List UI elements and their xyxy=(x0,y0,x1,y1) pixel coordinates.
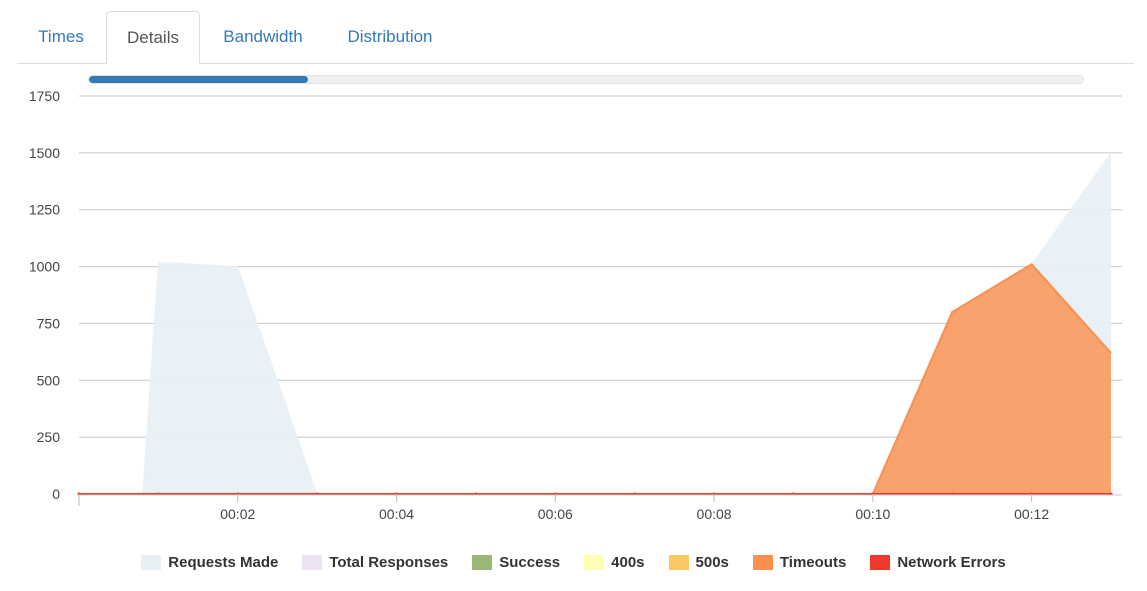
legend-swatch xyxy=(584,554,605,570)
x-tick-label: 00:08 xyxy=(697,506,732,522)
x-tick-label: 00:06 xyxy=(538,506,573,522)
legend-item-timeouts[interactable]: Timeouts xyxy=(752,553,847,571)
legend-swatch xyxy=(302,554,323,570)
legend-item-total-responses[interactable]: Total Responses xyxy=(302,554,448,571)
legend-label: Success xyxy=(499,553,561,571)
legend-label: 500s xyxy=(695,553,729,571)
y-tick-label: 1000 xyxy=(29,259,60,275)
legend-item-requests-made[interactable]: Requests Made xyxy=(141,554,278,571)
legend-swatch xyxy=(870,554,891,570)
legend-item-500s[interactable]: 500s xyxy=(668,553,729,571)
chart-areas xyxy=(77,152,1113,496)
chart-legend: Requests Made Total Responses Success 400s 5… xyxy=(0,550,1147,574)
legend-swatch xyxy=(752,554,773,570)
legend-swatch xyxy=(141,554,162,570)
legend-label: Requests Made xyxy=(168,553,279,571)
y-tick-label: 500 xyxy=(37,372,61,388)
y-tick-label: 750 xyxy=(37,315,61,331)
legend-item-success[interactable]: Success xyxy=(472,554,560,571)
y-tick-label: 1500 xyxy=(29,145,60,161)
x-tick-label: 00:12 xyxy=(1014,506,1049,522)
y-tick-label: 250 xyxy=(37,429,61,445)
legend-label: Network Errors xyxy=(897,553,1006,571)
legend-item-network-errors[interactable]: Network Errors xyxy=(870,553,1006,571)
legend-swatch xyxy=(668,554,689,570)
y-tick-label: 0 xyxy=(52,486,60,502)
x-tick-label: 00:10 xyxy=(855,506,890,522)
legend-label: Total Responses xyxy=(329,553,449,571)
y-tick-label: 1750 xyxy=(29,88,60,104)
x-tick-label: 00:02 xyxy=(220,506,255,522)
x-tick-label: 00:04 xyxy=(379,506,414,522)
y-tick-label: 1250 xyxy=(29,202,60,218)
legend-label: 400s xyxy=(611,553,645,571)
legend-item-400s[interactable]: 400s xyxy=(584,553,645,571)
legend-label: Timeouts xyxy=(779,553,847,571)
area-chart: 0 250 500 750 1000 1250 1500 1750 00:02 00:04 00:0… xyxy=(29,88,1122,522)
legend-swatch xyxy=(472,554,493,570)
